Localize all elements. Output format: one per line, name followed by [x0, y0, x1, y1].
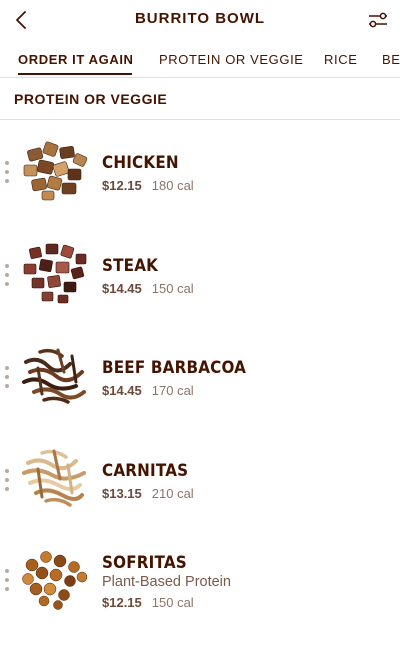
carnitas-image: [22, 449, 86, 507]
filter-button[interactable]: [366, 8, 390, 32]
item-calories: 150 cal: [151, 595, 194, 610]
tab-rice[interactable]: RICE: [324, 52, 357, 67]
item-subtitle: Plant-Based Protein: [102, 574, 231, 590]
menu-item-steak[interactable]: STEAK $14.45 150 cal: [0, 236, 400, 326]
tab-beans[interactable]: BE: [382, 52, 400, 67]
section-title: PROTEIN OR VEGGIE: [14, 91, 168, 107]
item-price-calories: $13.15 210 cal: [102, 486, 194, 501]
section-divider: [0, 119, 400, 120]
item-price: $14.45: [102, 383, 142, 398]
menu-item-carnitas[interactable]: CARNITAS $13.15 210 cal: [0, 441, 400, 531]
item-name: CARNITAS: [102, 461, 189, 480]
item-name: CHICKEN: [102, 153, 179, 172]
drag-handle-icon[interactable]: [3, 569, 11, 597]
tab-order-it-again[interactable]: ORDER IT AGAIN: [18, 52, 134, 67]
steak-image: [23, 243, 87, 304]
sofritas-image: [22, 551, 88, 610]
beef-barbacoa-image: [22, 348, 86, 404]
top-bar: BURRITO BOWL: [0, 0, 400, 40]
item-calories: 150 cal: [151, 281, 194, 296]
item-calories: 170 cal: [151, 383, 194, 398]
item-price-calories: $12.15 150 cal: [102, 595, 194, 610]
item-price-calories: $14.45 170 cal: [102, 383, 194, 398]
drag-handle-icon[interactable]: [3, 469, 11, 497]
item-name: STEAK: [102, 256, 159, 275]
drag-handle-icon[interactable]: [3, 366, 11, 394]
drag-handle-icon[interactable]: [3, 161, 11, 189]
tab-protein-or-veggie[interactable]: PROTEIN OR VEGGIE: [159, 52, 304, 67]
item-name: SOFRITAS: [102, 553, 187, 572]
menu-item-beef-barbacoa[interactable]: BEEF BARBACOA $14.45 170 cal: [0, 338, 400, 428]
active-tab-indicator: [18, 73, 132, 75]
item-price-calories: $12.15 180 cal: [102, 178, 194, 193]
item-price-calories: $14.45 150 cal: [102, 281, 194, 296]
menu-item-sofritas[interactable]: SOFRITAS Plant-Based Protein $12.15 150 c…: [0, 541, 400, 631]
item-calories: 180 cal: [151, 178, 194, 193]
page-title: BURRITO BOWL: [134, 10, 266, 27]
item-price: $12.15: [102, 595, 142, 610]
sliders-icon: [369, 12, 387, 28]
drag-handle-icon[interactable]: [3, 264, 11, 292]
chicken-image: [23, 141, 88, 201]
item-price: $14.45: [102, 281, 142, 296]
menu-item-chicken[interactable]: CHICKEN $12.15 180 cal: [0, 133, 400, 223]
item-price: $12.15: [102, 178, 142, 193]
item-calories: 210 cal: [151, 486, 194, 501]
item-price: $13.15: [102, 486, 142, 501]
item-name: BEEF BARBACOA: [102, 358, 247, 377]
category-tabs: ORDER IT AGAIN PROTEIN OR VEGGIE RICE BE: [0, 44, 400, 78]
